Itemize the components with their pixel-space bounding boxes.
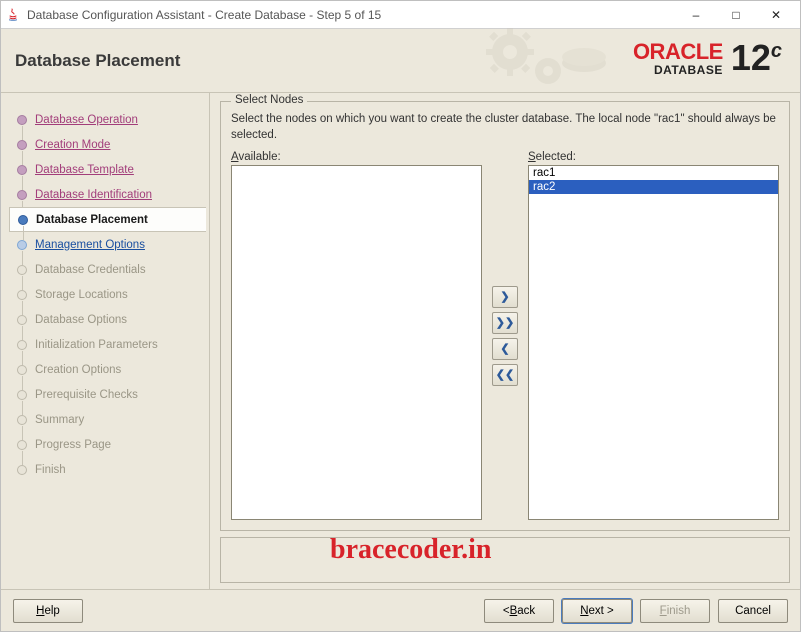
- step-label: Database Template: [35, 164, 134, 176]
- step-label: Database Operation: [35, 114, 138, 126]
- step-8: Storage Locations: [9, 282, 205, 307]
- step-dot: [17, 165, 27, 175]
- brand-version: 12c: [731, 42, 782, 74]
- step-dot: [17, 365, 27, 375]
- extra-group: [220, 537, 790, 583]
- step-13: Summary: [9, 407, 205, 432]
- maximize-button[interactable]: □: [716, 2, 756, 28]
- close-button[interactable]: ✕: [756, 2, 796, 28]
- step-dot: [17, 140, 27, 150]
- window-title: Database Configuration Assistant - Creat…: [27, 8, 676, 22]
- minimize-button[interactable]: –: [676, 2, 716, 28]
- step-label: Management Options: [35, 239, 145, 251]
- instruction-text: Select the nodes on which you want to cr…: [231, 112, 779, 143]
- sidebar-steps: Database Operation Creation Mode Database …: [1, 93, 209, 589]
- brand: ORACLE DATABASE 12c: [633, 39, 782, 77]
- step-label: Summary: [35, 414, 84, 426]
- main-panel: Select Nodes Select the nodes on which y…: [209, 93, 800, 589]
- step-label: Storage Locations: [35, 289, 128, 301]
- list-item[interactable]: rac1: [529, 166, 778, 180]
- available-listbox[interactable]: [231, 165, 482, 520]
- step-label: Finish: [35, 464, 66, 476]
- step-dot: [17, 240, 27, 250]
- selected-label: Selected:: [528, 151, 779, 163]
- finish-button[interactable]: Finish: [640, 599, 710, 623]
- step-11: Creation Options: [9, 357, 205, 382]
- step-4[interactable]: Database Identification: [9, 182, 205, 207]
- titlebar: Database Configuration Assistant - Creat…: [1, 1, 800, 29]
- step-10: Initialization Parameters: [9, 332, 205, 357]
- add-all-button[interactable]: ❯❯: [492, 312, 518, 334]
- step-dot: [18, 215, 28, 225]
- page-title: Database Placement: [15, 51, 180, 71]
- back-button[interactable]: < Back: [484, 599, 554, 623]
- step-2[interactable]: Creation Mode: [9, 132, 205, 157]
- java-icon: [5, 7, 21, 23]
- step-dot: [17, 340, 27, 350]
- select-nodes-group: Select Nodes Select the nodes on which y…: [220, 101, 790, 531]
- step-label: Database Placement: [36, 214, 148, 226]
- step-9: Database Options: [9, 307, 205, 332]
- step-dot: [17, 440, 27, 450]
- remove-all-button[interactable]: ❮❮: [492, 364, 518, 386]
- next-button[interactable]: Next >: [562, 599, 632, 623]
- step-dot: [17, 465, 27, 475]
- step-label: Database Credentials: [35, 264, 146, 276]
- step-5: Database Placement: [9, 207, 206, 232]
- brand-database: DATABASE: [633, 63, 723, 77]
- header: Database Placement ORACLE DATABASE 12c: [1, 29, 800, 93]
- step-label: Database Identification: [35, 189, 152, 201]
- step-label: Creation Options: [35, 364, 121, 376]
- group-legend: Select Nodes: [231, 94, 307, 106]
- step-15: Finish: [9, 457, 205, 482]
- step-7: Database Credentials: [9, 257, 205, 282]
- step-14: Progress Page: [9, 432, 205, 457]
- list-item[interactable]: rac2: [529, 180, 778, 194]
- brand-oracle: ORACLE: [633, 39, 723, 65]
- step-dot: [17, 115, 27, 125]
- step-label: Progress Page: [35, 439, 111, 451]
- selected-listbox[interactable]: rac1rac2: [528, 165, 779, 520]
- step-dot: [17, 390, 27, 400]
- available-label: Available:: [231, 151, 482, 163]
- step-dot: [17, 415, 27, 425]
- remove-button[interactable]: ❮: [492, 338, 518, 360]
- footer: Help < Back Next > Finish Cancel: [1, 589, 800, 631]
- step-label: Initialization Parameters: [35, 339, 158, 351]
- step-12: Prerequisite Checks: [9, 382, 205, 407]
- step-dot: [17, 265, 27, 275]
- gears-decoration: [480, 27, 610, 96]
- step-1[interactable]: Database Operation: [9, 107, 205, 132]
- transfer-buttons: ❯ ❯❯ ❮ ❮❮: [488, 151, 522, 520]
- step-label: Prerequisite Checks: [35, 389, 138, 401]
- step-6[interactable]: Management Options: [9, 232, 205, 257]
- add-button[interactable]: ❯: [492, 286, 518, 308]
- help-button[interactable]: Help: [13, 599, 83, 623]
- step-dot: [17, 290, 27, 300]
- step-label: Database Options: [35, 314, 127, 326]
- step-3[interactable]: Database Template: [9, 157, 205, 182]
- step-dot: [17, 190, 27, 200]
- step-dot: [17, 315, 27, 325]
- step-label: Creation Mode: [35, 139, 110, 151]
- cancel-button[interactable]: Cancel: [718, 599, 788, 623]
